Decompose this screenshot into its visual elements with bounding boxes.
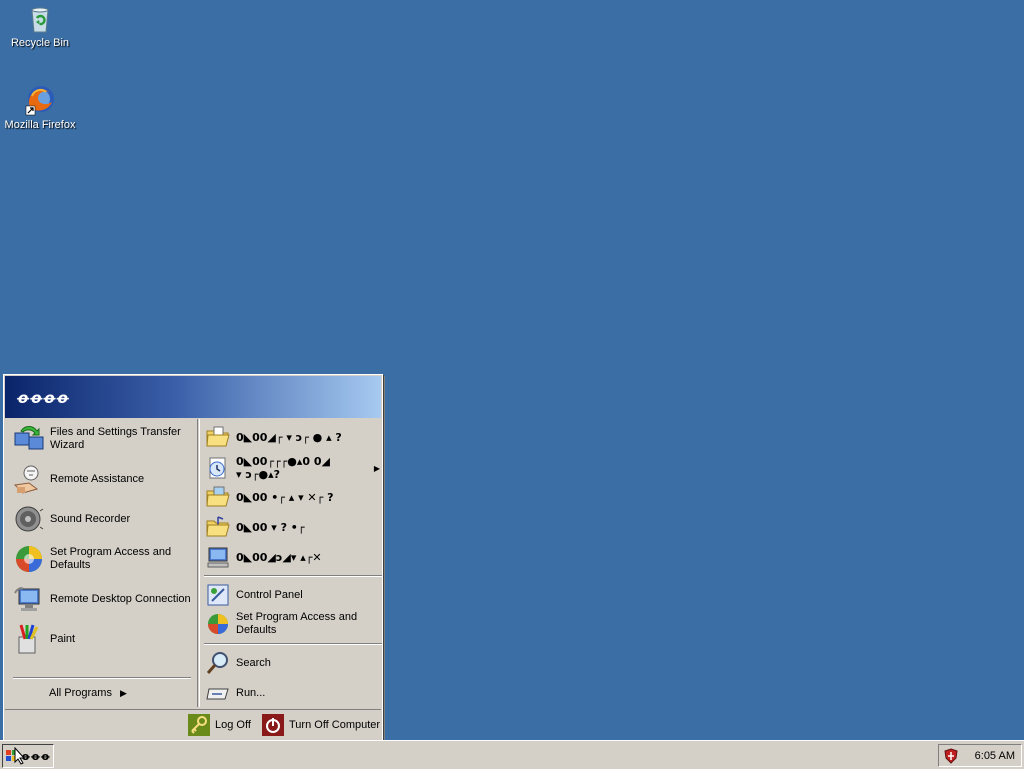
place-item-recent-documents[interactable]: 0◣00┌┌┌●▴0 0◢ ▾ ↄ┌●▴? ▶ (206, 455, 382, 481)
recycle-bin-label: Recycle Bin (10, 37, 70, 49)
taskbar: ꝋꝋꝋ 6:05 AM (0, 740, 1024, 769)
start-menu-footer: Log Off Turn Off Computer (5, 709, 381, 743)
place-item-music[interactable]: 0◣00 ▾ ? •┌ (206, 515, 376, 539)
place-item-label: 0◣00◢┌ ▾ ↄ┌ ● ▴ ? (236, 430, 342, 444)
folder-documents-icon (206, 425, 230, 449)
remote-assistance-icon (13, 463, 45, 495)
arrow-right-icon: ▶ (119, 688, 127, 698)
recycle-bin-icon (24, 2, 56, 34)
key-icon (188, 714, 210, 736)
start-button[interactable]: ꝋꝋꝋ (2, 744, 54, 768)
place-item-my-computer[interactable]: 0◣00◢ↄ◢▾ ▴┌✕ (206, 545, 376, 569)
place-item-label: 0◣00◢ↄ◢▾ ▴┌✕ (236, 550, 322, 564)
place-item-documents[interactable]: 0◣00◢┌ ▾ ↄ┌ ● ▴ ? (206, 425, 376, 449)
place-item-program-access[interactable]: Set Program Access and Defaults (206, 611, 376, 637)
system-tray: 6:05 AM (938, 744, 1022, 767)
security-shield-icon[interactable] (943, 747, 959, 764)
log-off-label: Log Off (215, 719, 251, 731)
transfer-wizard-icon (13, 423, 45, 455)
left-separator (13, 677, 191, 679)
run-icon (206, 681, 230, 705)
place-item-control-panel[interactable]: Control Panel (206, 583, 376, 607)
clock[interactable]: 6:05 AM (975, 750, 1015, 762)
my-computer-icon (206, 545, 230, 569)
control-panel-icon (206, 583, 230, 607)
username: ꝋꝋꝋꝋ (17, 389, 70, 407)
all-programs-button[interactable]: All Programs ▶ (49, 687, 149, 700)
desktop-icon-recycle-bin[interactable]: Recycle Bin (0, 2, 80, 50)
log-off-button[interactable]: Log Off (188, 714, 251, 736)
place-item-pictures[interactable]: 0◣00 •┌ ▴ ▾ ✕┌ ? (206, 485, 376, 509)
place-item-label: Control Panel (236, 588, 303, 601)
pinned-item-label: Sound Recorder (50, 512, 131, 525)
firefox-label: Mozilla Firefox (4, 119, 76, 131)
pinned-item-label: Files and Settings Transfer Wizard (50, 426, 181, 451)
pinned-item-label: Remote Desktop Connection (50, 592, 191, 605)
recent-documents-icon (206, 456, 230, 480)
pinned-item-sound-recorder[interactable]: Sound Recorder (13, 503, 193, 535)
turn-off-label: Turn Off Computer (289, 719, 381, 731)
start-menu-header: ꝋꝋꝋꝋ (5, 376, 381, 418)
right-separator-2 (204, 643, 382, 645)
start-menu: ꝋꝋꝋꝋ Files and Settings Transfer Wizard (3, 374, 383, 744)
pinned-item-remote-assistance[interactable]: Remote Assistance (13, 463, 193, 495)
program-access-icon (206, 612, 230, 636)
pinned-programs-panel: Files and Settings Transfer Wizard Remot… (5, 419, 195, 707)
pinned-item-transfer-wizard[interactable]: Files and Settings Transfer Wizard (13, 423, 193, 455)
folder-pictures-icon (206, 485, 230, 509)
program-access-icon (13, 543, 45, 575)
mouse-cursor-icon (14, 746, 26, 768)
paint-icon (13, 623, 45, 655)
sound-recorder-icon (13, 503, 45, 535)
folder-music-icon (206, 515, 230, 539)
pinned-item-program-access[interactable]: Set Program Access and Defaults (13, 543, 193, 575)
place-item-label: 0◣00┌┌┌●▴0 0◢ ▾ ↄ┌●▴? (236, 455, 331, 481)
arrow-right-icon: ▶ (373, 463, 380, 473)
right-separator-1 (204, 575, 382, 577)
place-item-label: Set Program Access and Defaults (236, 611, 358, 636)
firefox-icon (24, 84, 56, 116)
place-item-label: Run... (236, 686, 266, 699)
search-icon (206, 651, 230, 675)
place-item-label: 0◣00 •┌ ▴ ▾ ✕┌ ? (236, 490, 334, 504)
vertical-divider (197, 419, 198, 707)
pinned-item-paint[interactable]: Paint (13, 623, 193, 655)
place-item-search[interactable]: Search (206, 651, 376, 675)
pinned-item-remote-desktop[interactable]: Remote Desktop Connection (13, 583, 195, 615)
all-programs-label: All Programs (49, 687, 112, 699)
pinned-item-label: Paint (50, 632, 76, 645)
desktop-icon-mozilla-firefox[interactable]: Mozilla Firefox (0, 84, 80, 132)
place-item-label: 0◣00 ▾ ? •┌ (236, 520, 305, 534)
place-item-run[interactable]: Run... (206, 681, 376, 705)
place-item-label: Search (236, 656, 271, 669)
turn-off-button[interactable]: Turn Off Computer (262, 714, 380, 736)
places-panel: 0◣00◢┌ ▾ ↄ┌ ● ▴ ? 0◣00┌┌┌●▴0 0◢ ▾ ↄ┌●▴? … (199, 419, 382, 707)
pinned-item-label: Set Program Access and Defaults (50, 546, 172, 571)
power-icon (262, 714, 284, 736)
remote-desktop-icon (13, 583, 45, 615)
pinned-item-label: Remote Assistance (50, 472, 145, 485)
